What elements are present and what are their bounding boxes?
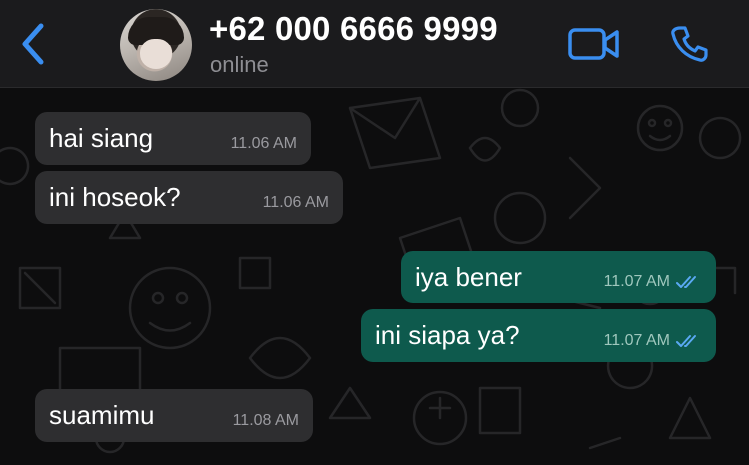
message-text: suamimu [49,400,155,430]
contact-name[interactable]: +62 000 6666 9999 [209,10,498,48]
back-button[interactable] [12,20,52,68]
chat-header: +62 000 6666 9999 online [0,0,749,88]
message-text: hai siang [49,123,154,153]
chat-screen: +62 000 6666 9999 online hai siang 11.06… [0,0,749,465]
message-time: 11.07 AM [603,273,670,290]
message-time: 11.08 AM [232,411,299,429]
message-bubble-incoming[interactable]: suamimu 11.08 AM [35,389,313,442]
message-bubble-outgoing[interactable]: ini siapa ya? 11.07 AM [361,309,716,362]
message-time: 11.06 AM [230,134,297,152]
message-bubble-outgoing[interactable]: iya bener 11.07 AM [401,251,716,303]
message-text: iya bener [415,261,522,292]
video-camera-icon [568,28,619,60]
message-bubble-incoming[interactable]: ini hoseok? 11.06 AM [35,171,343,224]
double-check-icon [676,334,696,347]
message-time: 11.06 AM [262,193,329,211]
avatar-face [140,39,172,69]
message-text: ini hoseok? [49,182,181,212]
contact-avatar[interactable] [120,9,192,81]
message-text: ini siapa ya? [375,320,520,350]
chevron-left-icon [22,23,44,65]
message-meta: 11.08 AM [233,402,299,430]
voice-call-button[interactable] [665,20,713,68]
message-bubble-incoming[interactable]: hai siang 11.06 AM [35,112,311,165]
video-call-button[interactable] [566,24,622,64]
double-check-icon [676,276,696,288]
message-meta: 11.06 AM [231,125,297,153]
message-meta: 11.06 AM [263,184,329,212]
message-meta: 11.07 AM [604,322,702,350]
message-list: hai siang 11.06 AM ini hoseok? 11.06 AM … [0,88,749,465]
message-meta: 11.07 AM [604,263,702,291]
contact-status: online [210,52,269,77]
message-time: 11.07 AM [603,331,670,349]
phone-icon [671,26,708,62]
